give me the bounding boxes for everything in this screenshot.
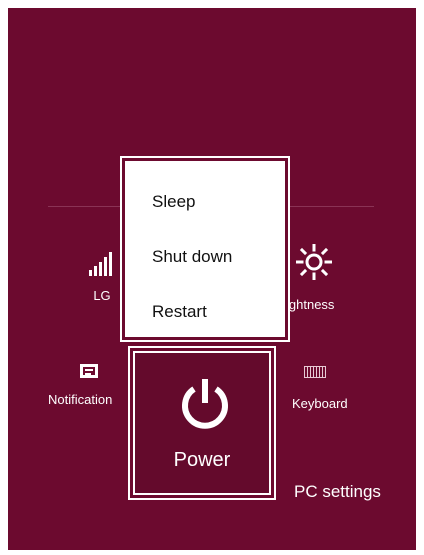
notifications-tile[interactable]: Notification xyxy=(48,364,138,407)
keyboard-label: Keyboard xyxy=(292,396,348,411)
power-label: Power xyxy=(173,449,231,471)
shut-down-menu-item[interactable]: Shut down xyxy=(152,247,232,267)
notifications-label: Notification xyxy=(48,392,113,407)
power-tile-inner: Power xyxy=(133,351,271,495)
sleep-menu-item[interactable]: Sleep xyxy=(152,192,195,212)
power-button[interactable]: Power xyxy=(128,346,276,500)
signal-bars-icon xyxy=(89,250,115,276)
keyboard-icon xyxy=(304,366,326,378)
network-label: LG xyxy=(93,288,111,303)
brightness-label: ightness xyxy=(286,297,335,312)
sun-icon xyxy=(295,243,333,281)
restart-menu-item[interactable]: Restart xyxy=(152,302,207,322)
network-tile[interactable]: LG xyxy=(78,250,126,303)
power-menu: Sleep Shut down Restart xyxy=(120,156,290,342)
notification-icon xyxy=(80,364,98,378)
brightness-tile[interactable]: ightness xyxy=(286,243,366,312)
power-menu-list: Sleep Shut down Restart xyxy=(125,161,285,337)
keyboard-tile[interactable]: Keyboard xyxy=(292,366,372,411)
pc-settings-link[interactable]: PC settings xyxy=(294,482,381,502)
power-icon xyxy=(182,379,228,429)
